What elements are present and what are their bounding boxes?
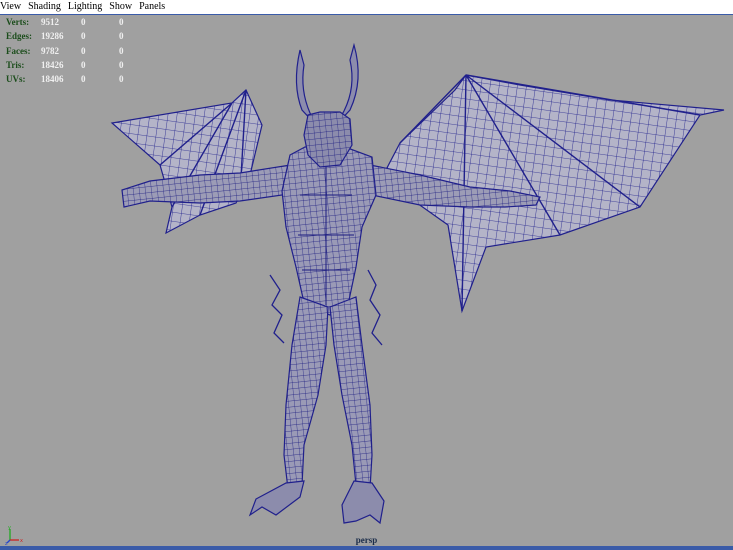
- hud-label: Faces:: [6, 45, 31, 56]
- feet: [248, 480, 385, 525]
- svg-text:y: y: [8, 525, 11, 531]
- left-wing: [110, 88, 263, 235]
- menu-view[interactable]: View: [0, 0, 25, 14]
- hud-value: 9782: [41, 45, 59, 56]
- hud-label: Edges:: [6, 31, 33, 42]
- perspective-viewport[interactable]: Verts: 9512 0 0 Edges: 19286 0 0 Faces: …: [0, 15, 733, 546]
- hud-value: 0: [81, 74, 86, 85]
- hud-value: 19286: [41, 31, 64, 42]
- hud-value: 9512: [41, 17, 59, 28]
- torso: [281, 146, 377, 316]
- hud-value: 18426: [41, 60, 64, 71]
- hud-row-uvs: UVs: 18406 0 0: [6, 72, 139, 86]
- hud-row-edges: Edges: 19286 0 0: [6, 29, 139, 43]
- hud-row-tris: Tris: 18426 0 0: [6, 58, 139, 72]
- hud-value: 0: [81, 45, 86, 56]
- hud-value: 0: [81, 60, 86, 71]
- panel-menu-bar: View Shading Lighting Show Panels: [0, 0, 733, 15]
- camera-name-label: persp: [355, 535, 378, 545]
- hud-value: 0: [119, 45, 124, 56]
- hud-label: Verts:: [6, 17, 30, 28]
- menu-shading[interactable]: Shading: [25, 0, 65, 14]
- hud-value: 0: [81, 31, 86, 42]
- hud-value: 0: [81, 17, 86, 28]
- hud-row-faces: Faces: 9782 0 0: [6, 44, 139, 58]
- hud-value: 0: [119, 60, 124, 71]
- hud-value: 18406: [41, 74, 64, 85]
- hud-value: 0: [119, 31, 124, 42]
- menu-panels[interactable]: Panels: [136, 0, 169, 14]
- hud-label: Tris:: [6, 60, 25, 71]
- heads-up-display-poly-count: Verts: 9512 0 0 Edges: 19286 0 0 Faces: …: [6, 15, 139, 86]
- hud-value: 0: [119, 17, 124, 28]
- hud-label: UVs:: [6, 74, 26, 85]
- wireframe-model[interactable]: [0, 15, 733, 546]
- menu-lighting[interactable]: Lighting: [65, 0, 106, 14]
- hud-row-verts: Verts: 9512 0 0: [6, 15, 139, 29]
- hud-value: 0: [119, 74, 124, 85]
- panel-border: [0, 546, 733, 550]
- menu-show[interactable]: Show: [106, 0, 136, 14]
